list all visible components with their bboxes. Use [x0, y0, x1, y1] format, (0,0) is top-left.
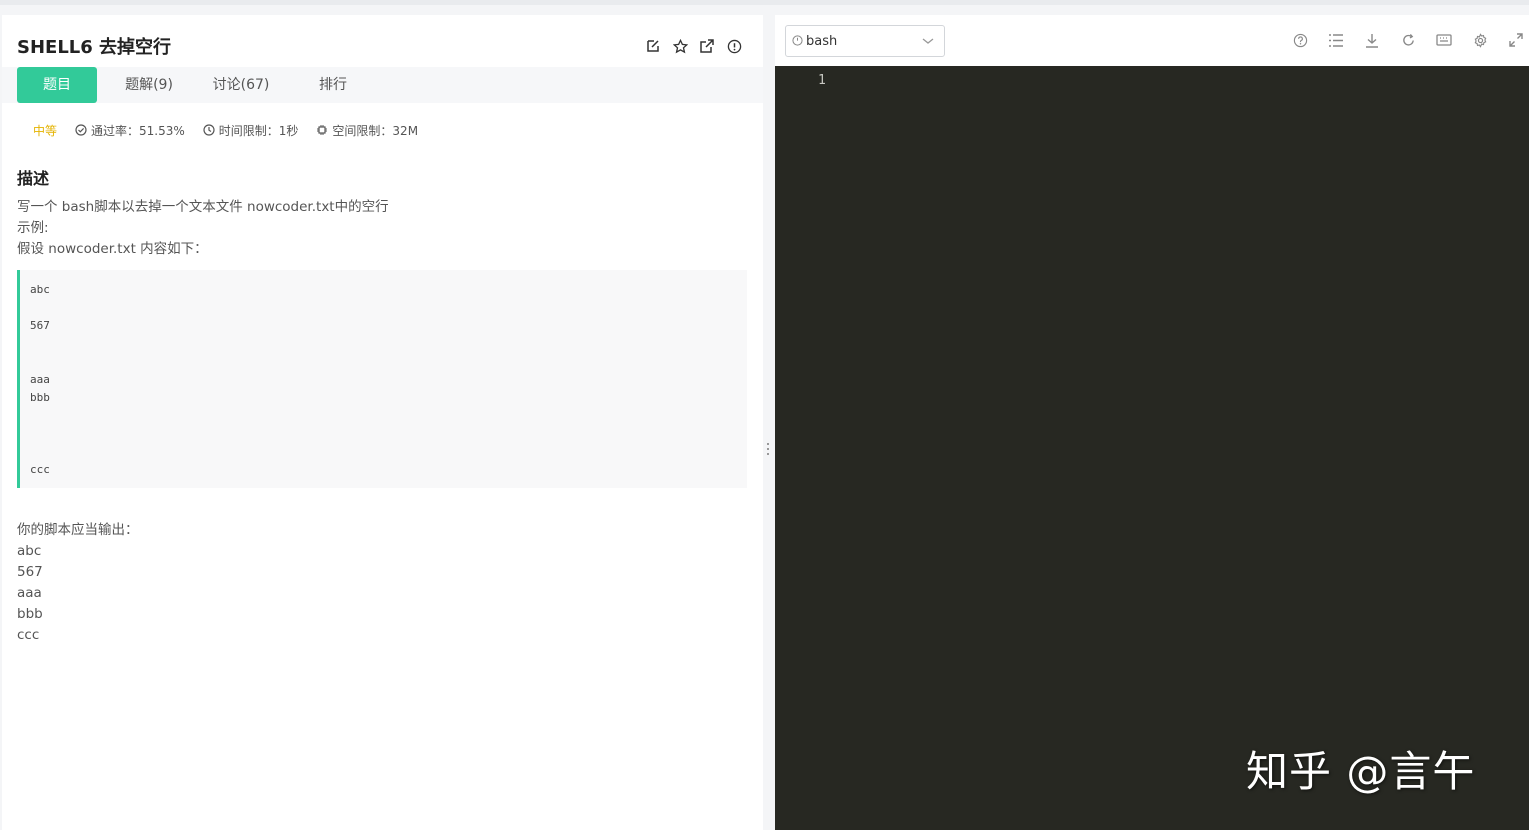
info-icon[interactable]	[725, 37, 743, 55]
example-code-block: abc 567 aaa bbb ccc	[17, 270, 747, 488]
code-line: abc	[30, 283, 50, 296]
help-icon[interactable]	[1291, 31, 1309, 49]
panel-splitter[interactable]	[763, 15, 775, 830]
download-icon[interactable]	[1363, 31, 1381, 49]
editor-panel: bash 1 知乎 @言午	[775, 15, 1529, 830]
chevron-down-icon	[922, 38, 934, 44]
description-line-1: 写一个 bash脚本以去掉一个文本文件 nowcoder.txt中的空行	[17, 199, 389, 215]
tab-solutions[interactable]: 题解(9)	[109, 67, 189, 103]
problem-meta: 中等 通过率：51.53% 时间限制：1秒 空间限制：32M	[17, 120, 436, 140]
code-line: aaa	[30, 373, 50, 386]
problem-actions	[644, 37, 743, 55]
description-line-3: 假设 nowcoder.txt 内容如下：	[17, 241, 208, 257]
star-icon[interactable]	[671, 37, 689, 55]
editor-toolbar: bash	[775, 15, 1529, 66]
tab-problem[interactable]: 题目	[17, 67, 97, 103]
output-line: abc	[17, 543, 42, 559]
language-select[interactable]: bash	[785, 25, 945, 57]
difficulty-badge: 中等	[33, 123, 58, 138]
time-limit: 时间限制：1秒	[203, 122, 299, 139]
tab-discussion[interactable]: 讨论(67)	[201, 67, 281, 103]
space-limit: 空间限制：32M	[316, 122, 418, 139]
check-circle-icon	[75, 124, 87, 136]
output-heading: 你的脚本应当输出：	[17, 522, 139, 538]
problem-title: SHELL6 去掉空行	[17, 37, 172, 58]
drag-handle-icon[interactable]	[767, 443, 770, 455]
pass-rate: 通过率：51.53%	[75, 122, 185, 139]
top-strip	[0, 0, 1529, 5]
output-line: 567	[17, 564, 43, 580]
clock-icon	[203, 124, 215, 136]
problem-tabs: 题目 题解(9) 讨论(67) 排行	[2, 67, 763, 103]
output-line: ccc	[17, 627, 40, 643]
editor-tools	[1291, 31, 1525, 49]
code-line: bbb	[30, 391, 50, 404]
code-line: 567	[30, 319, 50, 332]
output-line: bbb	[17, 606, 43, 622]
problem-header: SHELL6 去掉空行	[2, 15, 763, 67]
code-line: ccc	[30, 463, 50, 476]
output-line: aaa	[17, 585, 42, 601]
code-editor[interactable]: 1 知乎 @言午	[775, 66, 1529, 830]
edit-icon[interactable]	[644, 37, 662, 55]
tab-ranking[interactable]: 排行	[293, 67, 373, 103]
watermark: 知乎 @言午	[1246, 747, 1476, 796]
external-link-icon[interactable]	[698, 37, 716, 55]
description-line-2: 示例:	[17, 220, 49, 236]
space-limit-text: 空间限制：32M	[332, 123, 419, 138]
chip-icon	[317, 125, 328, 135]
refresh-icon[interactable]	[1399, 31, 1417, 49]
language-select-value: bash	[806, 34, 838, 49]
problem-panel: SHELL6 去掉空行 题目 题解(9) 讨论(67) 排行 中等 通过率：51…	[2, 15, 763, 830]
time-limit-text: 时间限制：1秒	[218, 123, 299, 138]
pass-rate-text: 通过率：51.53%	[91, 123, 185, 138]
description-heading: 描述	[17, 169, 50, 188]
keyboard-icon[interactable]	[1435, 31, 1453, 49]
clock-icon	[792, 35, 803, 46]
list-icon[interactable]	[1327, 31, 1345, 49]
fullscreen-icon[interactable]	[1507, 31, 1525, 49]
settings-icon[interactable]	[1471, 31, 1489, 49]
line-number: 1	[818, 73, 826, 88]
